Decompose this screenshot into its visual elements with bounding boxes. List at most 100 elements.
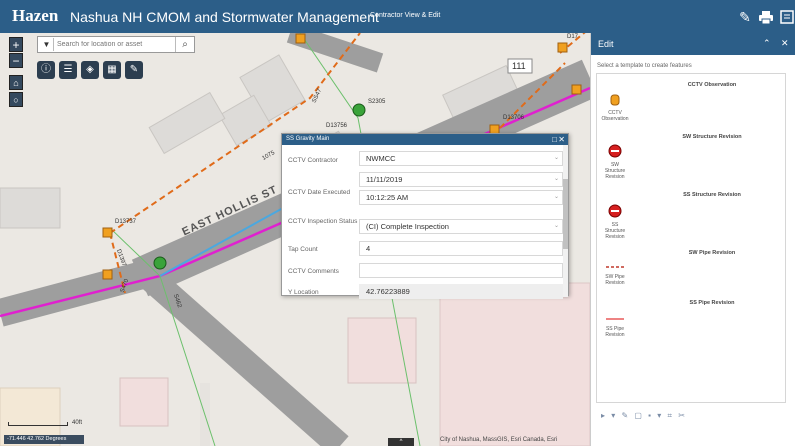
template-picker: CCTV Observation CCTV Observation SW Str… xyxy=(596,73,786,403)
building-pink xyxy=(119,377,169,427)
template-label: SS Pipe Revision xyxy=(605,326,625,338)
print-icon[interactable] xyxy=(756,7,776,27)
popup-scrollbar[interactable] xyxy=(563,145,568,297)
zoom-in-button[interactable]: + xyxy=(9,37,23,52)
scale-label: 40ft xyxy=(72,420,83,426)
section-title: SW Structure Revision xyxy=(682,134,742,140)
ss-manhole[interactable] xyxy=(153,256,167,270)
view-mode-label[interactable]: Contractor View & Edit xyxy=(370,12,440,19)
catch-basin[interactable] xyxy=(102,227,113,238)
catch-basin[interactable] xyxy=(102,269,113,280)
y-location-value: 42.76223889 xyxy=(359,284,563,299)
chevron-down-icon: ⌄ xyxy=(553,194,559,200)
map-attribution: City of Nashua, MassGIS, Esri Canada, Es… xyxy=(440,437,558,443)
edit-toolbar[interactable]: ▸ ▾ ✎ ▢ ▪ ▾ ⌗ ✂ xyxy=(601,411,687,421)
scrollbar-thumb[interactable] xyxy=(563,179,568,249)
catch-basin[interactable] xyxy=(557,42,568,53)
chevron-down-icon: ⌄ xyxy=(553,155,559,161)
ss-pipe-symbol xyxy=(606,318,624,320)
field-value: (CI) Complete Inspection xyxy=(366,222,449,231)
popup-body: CCTV Contractor NWMCC ⌄ CCTV Date Execut… xyxy=(282,145,568,299)
cctv-time-input[interactable]: 10:12:25 AM ⌄ xyxy=(359,190,563,205)
search-icon[interactable]: ⌕ xyxy=(175,37,194,52)
ss-manhole[interactable] xyxy=(352,103,366,117)
section-title: SS Pipe Revision xyxy=(689,300,735,306)
cctv-date-input[interactable]: 11/11/2019 ⌄ xyxy=(359,172,563,187)
inspection-status-select[interactable]: (CI) Complete Inspection ⌄ xyxy=(359,219,563,234)
building xyxy=(148,91,226,155)
catch-basin[interactable] xyxy=(295,33,306,44)
ss-structure-symbol xyxy=(608,204,622,218)
sw-pipe-symbol xyxy=(606,266,624,268)
template-ss-structure[interactable]: SS Structure Revision xyxy=(601,204,629,240)
locate-icon[interactable]: ○ xyxy=(9,92,23,107)
asset-label: D13756 xyxy=(326,123,348,129)
cctv-observation-symbol xyxy=(610,94,620,106)
basemap-icon[interactable]: ▦ xyxy=(103,61,121,79)
popup-title: SS Gravity Main xyxy=(286,136,330,142)
app-root: Hazen Nashua NH CMOM and Stormwater Mana… xyxy=(0,0,795,446)
info-icon[interactable]: ⓘ xyxy=(37,61,55,79)
field-value: 4 xyxy=(366,244,371,253)
pencil-icon[interactable]: ✎ xyxy=(735,7,755,27)
maximize-icon[interactable]: □ xyxy=(552,134,557,145)
edit-description: Select a template to create features xyxy=(597,63,692,69)
coordinate-readout: -71.446 42.762 Degrees xyxy=(4,435,84,444)
template-label: CCTV Observation xyxy=(601,110,629,122)
field-value: 42.76223889 xyxy=(366,287,410,296)
edit-panel-title: Edit xyxy=(598,39,614,49)
close-icon[interactable]: ✕ xyxy=(558,134,565,145)
search-box[interactable]: ▼ ⌕ xyxy=(37,36,195,53)
section-title: CCTV Observation xyxy=(687,82,737,88)
field-label: CCTV Comments xyxy=(288,268,339,275)
asset-label: S2305 xyxy=(368,99,386,105)
field-value: 10:12:25 AM xyxy=(366,193,409,202)
field-label: CCTV Contractor xyxy=(288,157,338,164)
cctv-comments-input[interactable] xyxy=(359,263,563,278)
scale-bar: 40ft xyxy=(8,420,82,426)
zoom-out-button[interactable]: − xyxy=(9,53,23,68)
template-label: SW Pipe Revision xyxy=(605,274,625,286)
home-icon[interactable]: ⌂ xyxy=(9,75,23,90)
template-ss-pipe[interactable]: SS Pipe Revision xyxy=(601,316,629,338)
template-cctv-observation[interactable]: CCTV Observation xyxy=(601,94,629,122)
template-sw-structure[interactable]: SW Structure Revision xyxy=(601,144,629,180)
field-label: Tap Count xyxy=(288,246,318,253)
layers-icon[interactable]: ◈ xyxy=(81,61,99,79)
app-header: Hazen Nashua NH CMOM and Stormwater Mana… xyxy=(0,0,795,33)
section-title: SW Pipe Revision xyxy=(688,250,736,256)
field-value: 11/11/2019 xyxy=(366,175,403,184)
popup-title-bar: SS Gravity Main □ ✕ xyxy=(282,134,568,145)
hazen-logo: Hazen xyxy=(12,6,59,25)
bottom-panel-toggle[interactable]: ^ xyxy=(388,438,414,446)
field-value: NWMCC xyxy=(366,154,396,163)
search-input[interactable] xyxy=(57,38,175,51)
feature-popup: SS Gravity Main □ ✕ CCTV Contractor NWMC… xyxy=(281,133,569,299)
list-icon[interactable]: ☰ xyxy=(59,61,77,79)
asset-label: D13737 xyxy=(115,219,137,225)
search-source-dropdown[interactable]: ▼ xyxy=(40,38,54,51)
template-label: SW Structure Revision xyxy=(604,162,626,180)
field-label: Y Location xyxy=(288,289,319,296)
cctv-contractor-select[interactable]: NWMCC ⌄ xyxy=(359,151,563,166)
template-label: SS Structure Revision xyxy=(604,222,626,240)
catch-basin[interactable] xyxy=(571,84,582,95)
building-pink xyxy=(439,282,590,446)
asset-label: D17 xyxy=(567,34,579,40)
template-sw-pipe[interactable]: SW Pipe Revision xyxy=(601,264,629,286)
app-title: Nashua NH CMOM and Stormwater Management xyxy=(70,9,379,25)
edit-icon[interactable]: ✎ xyxy=(125,61,143,79)
building xyxy=(0,187,61,229)
tap-count-input[interactable]: 4 xyxy=(359,241,563,256)
scale-bar-line xyxy=(8,422,68,426)
collapse-icon[interactable]: ⌃ xyxy=(763,38,771,49)
close-icon[interactable]: ✕ xyxy=(781,38,789,49)
chevron-down-icon: ⌄ xyxy=(553,223,559,229)
route-shield-label: 111 xyxy=(512,61,526,71)
section-title: SS Structure Revision xyxy=(683,192,741,198)
asset-label: D13706 xyxy=(503,115,525,121)
sw-structure-symbol xyxy=(608,144,622,158)
edit-panel: Edit ⌃ ✕ Select a template to create fea… xyxy=(590,33,795,446)
chevron-down-icon: ⌄ xyxy=(553,176,559,182)
layers-icon[interactable] xyxy=(777,7,795,27)
